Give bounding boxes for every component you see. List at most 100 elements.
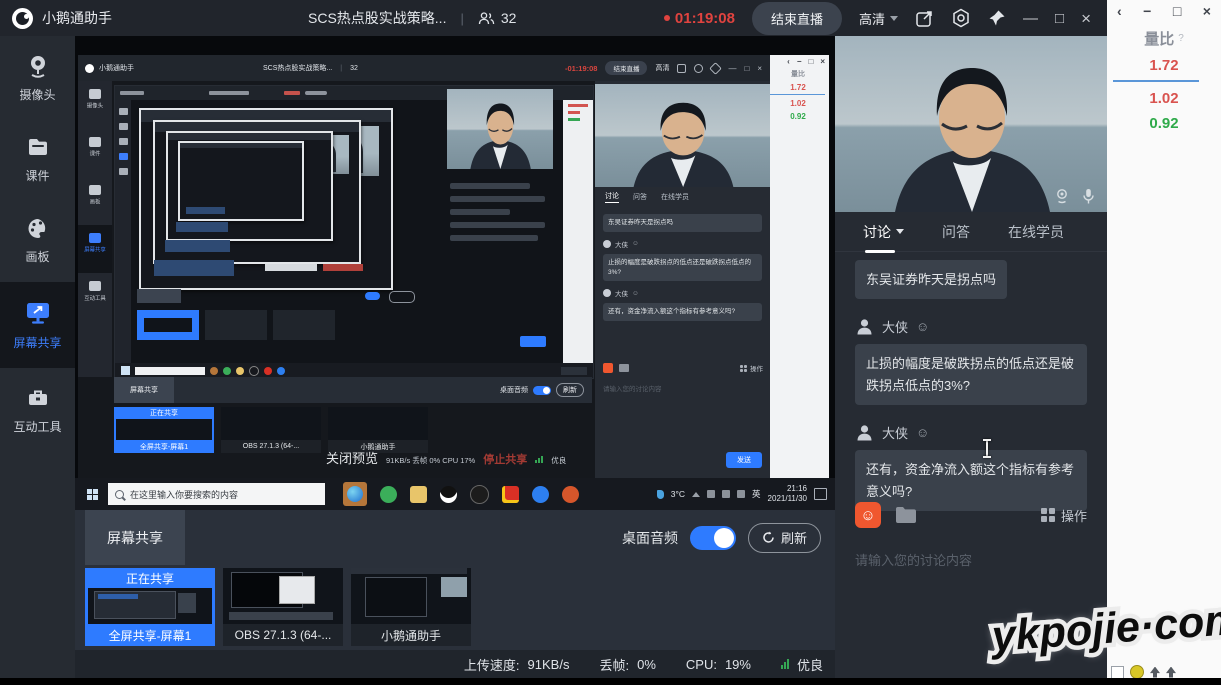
stock-tray-icons xyxy=(1111,665,1176,679)
nested-send-button[interactable]: 发送 xyxy=(726,452,762,468)
title-bar: 小鹅通助手 SCS热点股实战策略... | 32 01:19:08 结束直播 高… xyxy=(0,0,1107,36)
nested-discussion-placeholder[interactable]: 请输入您的讨论内容 xyxy=(603,383,662,393)
stock-minimize-button[interactable]: − xyxy=(1143,3,1151,19)
tool-icon[interactable] xyxy=(1166,667,1176,678)
nested-end-live-button[interactable]: 结束直播 xyxy=(605,61,647,75)
actions-button[interactable]: 操作 xyxy=(740,363,763,373)
taskbar-clock[interactable]: 21:162021/11/30 xyxy=(768,484,807,504)
nested-title-bar: 小鹅通助手 SCS热点股实战策略... | 32 -01:19:08 结束直播 … xyxy=(78,55,770,81)
close-button[interactable]: × xyxy=(1081,10,1091,27)
grid-icon xyxy=(1041,508,1055,522)
clip-app-icon[interactable] xyxy=(502,486,519,503)
share-icon[interactable] xyxy=(915,9,934,28)
settings-icon[interactable] xyxy=(694,64,703,73)
thumbnail-sharing[interactable]: 正在共享 全屏共享-屏幕1 xyxy=(114,407,214,453)
camera-icon xyxy=(25,53,51,79)
share-icon[interactable] xyxy=(677,64,686,73)
thumbnail-obs[interactable]: OBS 27.1.3 (64-... xyxy=(223,568,343,646)
thumbnail-sharing[interactable]: 正在共享 全屏共享-屏幕1 xyxy=(85,568,215,646)
screen-share-preview: ‹−□× 量比 1.72 1.02 0.92 小鹅通助手 SCS热点股实战策略.… xyxy=(75,36,835,510)
stop-share-button[interactable]: 停止共享 xyxy=(483,451,527,467)
emoji-button[interactable] xyxy=(603,363,613,373)
sidebar-item-tools[interactable]: 互动工具 xyxy=(0,371,75,449)
nested-app-logo xyxy=(85,64,94,73)
desktop-audio-toggle[interactable] xyxy=(690,526,736,550)
nested-taskbar: 在这里输入你要搜索的内容 3°C 英 21:162021/11 xyxy=(75,478,835,510)
desktop-audio-label: 桌面音频 xyxy=(622,528,678,548)
maximize-button[interactable]: □ xyxy=(1055,11,1064,26)
volume-icon[interactable] xyxy=(737,490,745,498)
screen-share-icon xyxy=(24,299,52,327)
settings-icon[interactable] xyxy=(951,8,971,28)
battery-icon xyxy=(707,490,715,498)
end-live-button[interactable]: 结束直播 xyxy=(752,2,842,35)
actions-button[interactable]: 操作 xyxy=(1041,506,1087,525)
people-icon xyxy=(478,12,495,25)
nested-tab-students[interactable]: 在线学员 xyxy=(661,192,689,202)
tool-icon[interactable] xyxy=(1150,667,1160,678)
sidebar-item-whiteboard[interactable]: 画板 xyxy=(0,201,75,279)
tab-students[interactable]: 在线学员 xyxy=(1008,222,1064,242)
courseware-icon xyxy=(25,134,51,160)
nested-preview-overlay: 关闭预览 91KB/s 丢帧 0% CPU 17% 停止共享 优良 xyxy=(326,448,566,467)
windows-start-button[interactable] xyxy=(87,489,98,500)
nested-sidebar: 摄像头 课件 画板 屏幕共享 互动工具 xyxy=(78,81,112,377)
emoji-button[interactable]: ☺ xyxy=(855,502,881,528)
sidebar-item-screen-share[interactable]: 屏幕共享 xyxy=(0,282,75,368)
edge-browser-icon[interactable] xyxy=(343,482,367,506)
tab-qa[interactable]: 问答 xyxy=(942,222,970,242)
checkbox-icon[interactable] xyxy=(1111,666,1124,679)
thumbnail-assistant[interactable]: 小鹅通助手 xyxy=(328,407,428,453)
nested-thumbnails: 正在共享 全屏共享-屏幕1 OBS 27.1.3 (64-... 小鹅通助手 xyxy=(114,407,428,453)
thumbnail-assistant[interactable]: 小鹅通助手 xyxy=(351,568,471,646)
close-preview-button[interactable]: 关闭预览 xyxy=(326,448,378,467)
tray-expand-icon[interactable] xyxy=(692,492,700,497)
pin-icon[interactable] xyxy=(710,62,723,75)
network-signal-icon xyxy=(781,659,789,669)
office-app-icon[interactable] xyxy=(562,486,579,503)
qq-icon[interactable] xyxy=(440,486,457,503)
coin-icon[interactable] xyxy=(1130,665,1144,679)
weather-icon xyxy=(657,490,664,499)
webcam-icon[interactable] xyxy=(1054,188,1070,204)
thumbnail-obs[interactable]: OBS 27.1.3 (64-... xyxy=(221,407,321,453)
chat-message: 还有，资金净流入额这个指标有参考意义吗? xyxy=(603,303,762,321)
display-icon xyxy=(722,490,730,498)
refresh-button[interactable]: 刷新 xyxy=(748,523,821,553)
stock-app-panel: ‹ − □ × 量比? 1.72 1.02 0.92 xyxy=(1107,0,1221,685)
microphone-icon[interactable] xyxy=(1082,188,1095,204)
quality-select[interactable]: 高清 xyxy=(859,9,898,28)
message-list: 东吴证券昨天是拐点吗 大侠 ☺ 止损的幅度是破跌拐点的低点还是破跌拐点低点的3%… xyxy=(835,252,1107,511)
tools-icon xyxy=(25,385,51,411)
stock-close-button[interactable]: × xyxy=(1203,3,1211,19)
nested-desktop-audio-toggle[interactable] xyxy=(533,386,551,395)
minimize-button[interactable]: — xyxy=(1023,11,1038,26)
nested-tab-discussion[interactable]: 讨论 xyxy=(605,191,619,203)
nested-share-tab[interactable]: 屏幕共享 xyxy=(114,377,174,403)
status-bar: 上传速度: 91KB/s 丢帧: 0% CPU: 19% 优良 xyxy=(75,650,835,678)
taskbar-search-input[interactable]: 在这里输入你要搜索的内容 xyxy=(108,483,325,505)
stock-back-button[interactable]: ‹ xyxy=(1117,3,1122,19)
sidebar-item-courseware[interactable]: 课件 xyxy=(0,120,75,198)
app-icon[interactable] xyxy=(470,485,489,504)
pin-icon[interactable] xyxy=(988,9,1006,27)
thumbnail-list: 正在共享 全屏共享-屏幕1 OBS 27.1.3 (64-... 小鹅通助手 xyxy=(85,568,471,646)
notification-icon[interactable] xyxy=(814,488,827,500)
tab-discussion[interactable]: 讨论 xyxy=(863,222,904,242)
avatar xyxy=(855,317,874,336)
file-explorer-icon[interactable] xyxy=(410,486,427,503)
sidebar-item-camera[interactable]: 摄像头 xyxy=(0,39,75,117)
help-icon[interactable]: ? xyxy=(1178,33,1184,44)
file-button[interactable] xyxy=(895,506,917,524)
stock-maximize-button[interactable]: □ xyxy=(1173,3,1181,19)
wechat-icon[interactable] xyxy=(380,486,397,503)
file-button[interactable] xyxy=(619,364,629,372)
browser-icon[interactable] xyxy=(532,486,549,503)
nested-refresh-button[interactable]: 刷新 xyxy=(556,383,584,397)
chat-user: 大侠 ☺ xyxy=(855,423,1107,442)
nested-tab-qa[interactable]: 问答 xyxy=(633,192,647,202)
share-tab[interactable]: 屏幕共享 xyxy=(85,510,185,565)
panel-tabs: 讨论 问答 在线学员 xyxy=(835,212,1107,252)
frame-drop-label: 丢帧: xyxy=(599,655,629,674)
nested-live-timer: -01:19:08 xyxy=(565,64,598,73)
